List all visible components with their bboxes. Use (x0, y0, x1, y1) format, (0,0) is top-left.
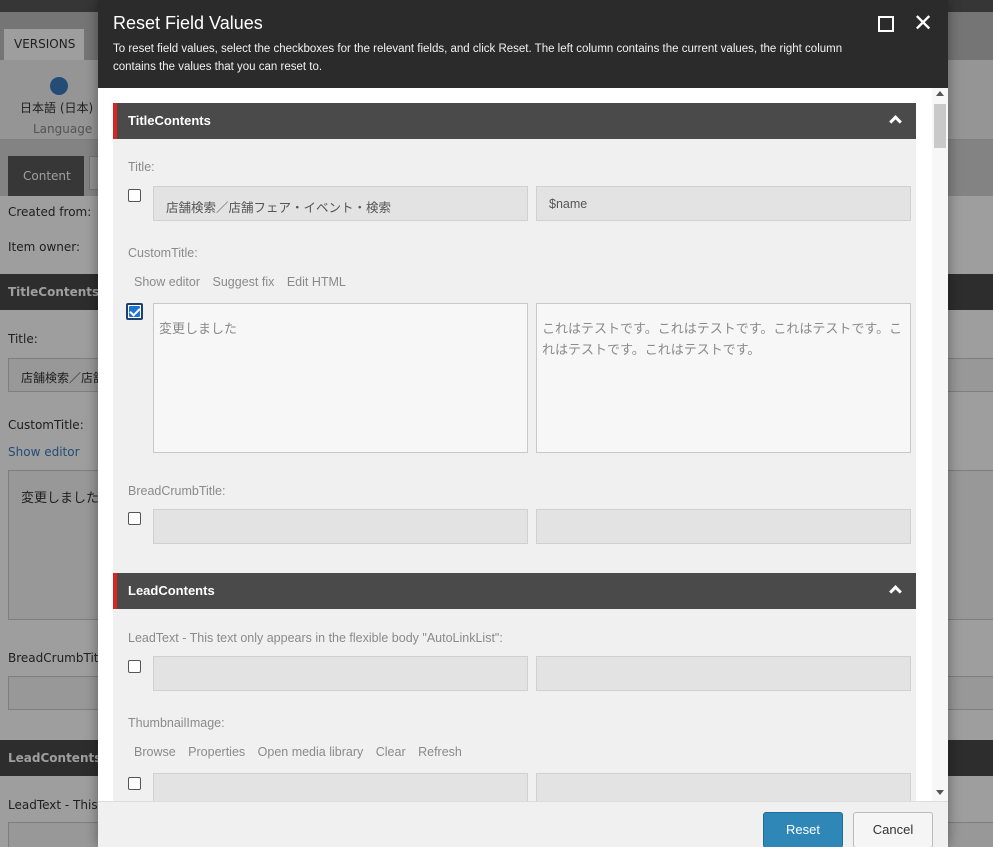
scroll-up-icon[interactable] (936, 91, 944, 96)
cancel-button[interactable]: Cancel (853, 812, 933, 847)
chevron-up-icon[interactable] (889, 115, 902, 128)
fields-scroll-area[interactable]: TitleContents Title: 店舗検索／店舗フェア・イベント・検索 … (113, 103, 916, 801)
field-label-breadcrumb-title: BreadCrumbTitle: (128, 484, 226, 498)
editor-links-custom-title: Show editor Suggest fix Edit HTML (134, 275, 355, 289)
checkbox-custom-title[interactable] (126, 303, 143, 320)
field-label-leadtext: LeadText - This text only appears in the… (128, 631, 503, 645)
checkbox-leadtext[interactable] (128, 660, 141, 673)
properties-link[interactable]: Properties (188, 745, 245, 759)
reset-value-leadtext (536, 656, 911, 691)
section-title: LeadContents (128, 583, 215, 598)
checkbox-title[interactable] (128, 189, 141, 202)
field-label-title: Title: (128, 160, 155, 174)
dialog-title: Reset Field Values (113, 13, 263, 33)
dialog-description: To reset field values, select the checkb… (113, 43, 843, 73)
reset-value-custom-title: これはテストです。これはテストです。これはテストです。これはテストです。これはテ… (536, 303, 911, 453)
current-value-leadtext (153, 656, 528, 691)
open-media-library-link[interactable]: Open media library (258, 745, 364, 759)
dialog-footer: Reset Cancel (98, 801, 948, 847)
maximize-icon[interactable] (878, 16, 894, 32)
dialog-header: Reset Field Values To reset field values… (98, 0, 948, 88)
vertical-scrollbar[interactable] (932, 88, 948, 801)
reset-value-breadcrumb-title (536, 509, 911, 544)
reset-value-title: $name (536, 186, 911, 221)
checkbox-icon (129, 306, 140, 317)
current-value-custom-title: 変更しました (153, 303, 528, 453)
checkbox-thumbnail-image[interactable] (128, 777, 141, 790)
section-lead-contents[interactable]: LeadContents (113, 573, 916, 609)
scroll-down-icon[interactable] (936, 790, 944, 795)
field-label-thumbnail-image: ThumbnailImage: (128, 716, 225, 730)
editor-links-thumbnail: Browse Properties Open media library Cle… (134, 745, 471, 759)
clear-link[interactable]: Clear (376, 745, 406, 759)
reset-field-values-dialog: Reset Field Values To reset field values… (98, 0, 948, 847)
current-value-breadcrumb-title (153, 509, 528, 544)
edit-html-link[interactable]: Edit HTML (287, 275, 346, 289)
suggest-fix-link[interactable]: Suggest fix (213, 275, 275, 289)
section-title: TitleContents (128, 113, 211, 128)
field-label-custom-title: CustomTitle: (128, 246, 198, 260)
chevron-up-icon[interactable] (889, 585, 902, 598)
show-editor-link[interactable]: Show editor (134, 275, 200, 289)
refresh-link[interactable]: Refresh (418, 745, 462, 759)
checkbox-breadcrumb-title[interactable] (128, 512, 141, 525)
current-value-thumbnail-image (153, 773, 528, 801)
reset-value-thumbnail-image (536, 773, 911, 801)
scroll-thumb[interactable] (934, 104, 946, 148)
browse-link[interactable]: Browse (134, 745, 176, 759)
section-title-contents[interactable]: TitleContents (113, 103, 916, 139)
dialog-body: TitleContents Title: 店舗検索／店舗フェア・イベント・検索 … (98, 88, 948, 801)
close-icon[interactable]: ✕ (911, 10, 935, 36)
reset-button[interactable]: Reset (763, 812, 843, 847)
current-value-title: 店舗検索／店舗フェア・イベント・検索 (153, 186, 528, 221)
